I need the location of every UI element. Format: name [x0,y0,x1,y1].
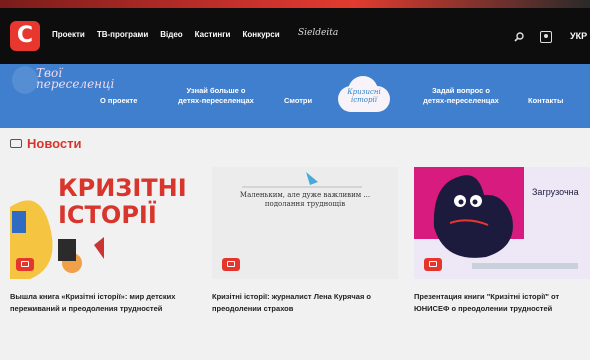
news-icon [10,139,22,148]
subnav-ask-question[interactable]: Задай вопрос о детях-переселенцах [420,86,502,106]
news-card-1-caption[interactable]: Вышла книга «Кризітні історії»: мир детс… [10,291,195,315]
project-brand-logo[interactable]: Твої переселенці [12,66,114,94]
cloud-badge[interactable]: Кризисні історії [334,72,394,116]
news-card-2-caption[interactable]: Кризітні історії: журналист Лена Курячая… [212,291,398,315]
video-badge-icon [16,258,34,271]
subnav-learn-more[interactable]: Узнай больше о детях-переселенцах [176,86,256,106]
nav-item-projects[interactable]: Проекти [52,30,85,39]
cloud-badge-text: Кризисні історії [347,88,381,104]
news-card-3-caption[interactable]: Презентация книги "Кризітні історії" от … [414,291,590,315]
script-label[interactable]: Sieldeita [298,28,338,38]
card-1-image-text: КРИЗІТНІ ІСТОРІЇ [58,174,187,229]
news-card-2-image[interactable]: Маленьким, але дуже важливим ... подолан… [212,167,398,279]
top-color-strip [0,0,590,8]
nav-item-video[interactable]: Відео [160,30,182,39]
card-3-image-text: Загрузочна [532,187,579,197]
section-title: Новости [27,136,82,151]
video-badge-icon [424,258,442,271]
news-card-3-image[interactable]: Загрузочна [414,167,590,279]
card-2-image-text: Маленьким, але дуже важливим ... подолан… [239,191,371,208]
language-switch[interactable]: УКР [570,31,587,41]
nav-item-tv-programs[interactable]: ТВ-програми [97,30,148,39]
subnav-contacts[interactable]: Контакты [528,96,563,106]
nav-item-contests[interactable]: Конкурси [242,30,279,39]
news-card-1-image[interactable]: КРИЗІТНІ ІСТОРІЇ [10,167,188,279]
profile-icon[interactable] [540,31,552,43]
nav-item-castings[interactable]: Кастинги [195,30,231,39]
video-badge-icon [222,258,240,271]
top-navbar: C Проекти ТВ-програми Відео Кастинги Кон… [0,8,590,64]
section-heading: Новости [10,136,82,151]
site-logo[interactable]: C [10,21,40,51]
main-nav: Проекти ТВ-програми Відео Кастинги Конку… [52,30,280,39]
subnav-watch[interactable]: Смотри [284,96,312,106]
subnav-about[interactable]: О проекте [100,96,137,106]
search-icon[interactable] [514,32,524,42]
